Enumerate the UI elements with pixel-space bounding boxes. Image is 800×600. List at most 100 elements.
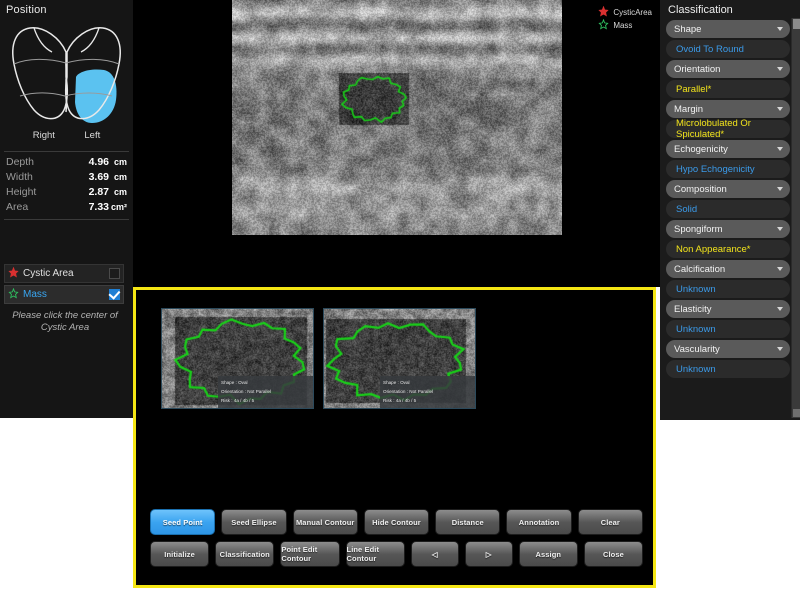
- chevron-down-icon: [777, 147, 783, 151]
- classification-select-margin[interactable]: Margin: [666, 100, 790, 118]
- divider: [4, 151, 129, 152]
- tool-button-point-edit-contour[interactable]: Point Edit Contour: [280, 541, 340, 567]
- classification-select-elasticity[interactable]: Elasticity: [666, 300, 790, 318]
- measurement-value: 4.96: [88, 155, 109, 168]
- position-title: Position: [6, 4, 47, 16]
- classification-value-calcification: Unknown: [666, 280, 790, 298]
- classification-value-shape: Ovoid To Round: [666, 40, 790, 58]
- overlay-line: Orientation : Not Parallel: [221, 389, 272, 395]
- classification-scrollbar[interactable]: [791, 18, 800, 418]
- classification-select-vascularity[interactable]: Vascularity: [666, 340, 790, 358]
- tool-button-assign[interactable]: Assign: [518, 541, 578, 567]
- classification-category-label: Orientation: [674, 63, 721, 75]
- layer-row[interactable]: Mass: [4, 285, 124, 304]
- classification-category-label: Spongiform: [674, 223, 723, 235]
- tool-button-seed-ellipse[interactable]: Seed Ellipse: [221, 509, 287, 535]
- green-star-icon: [598, 17, 609, 35]
- thumbnail-2-info-overlay: Shape : Oval Orientation : Not Parallel Ri…: [380, 376, 475, 408]
- ultrasound-canvas[interactable]: [232, 0, 562, 235]
- lobe-label-left: Left: [84, 130, 101, 141]
- classification-select-shape[interactable]: Shape: [666, 20, 790, 38]
- thumbnail-2[interactable]: Shape : Oval Orientation : Not Parallel Ri…: [323, 308, 476, 409]
- tool-button-initialize[interactable]: Initialize: [150, 541, 210, 567]
- classification-category-label: Composition: [674, 183, 727, 195]
- layer-name: Mass: [23, 289, 47, 300]
- measurement-label: Depth: [6, 155, 35, 168]
- classification-select-echogenicity[interactable]: Echogenicity: [666, 140, 790, 158]
- classification-list: Shape Ovoid To Round Orientation Parallel* M…: [666, 20, 790, 380]
- layer-row[interactable]: Cystic Area: [4, 264, 124, 283]
- chevron-down-icon: [777, 67, 783, 71]
- classification-value-margin: Microlobulated Or Spiculated*: [666, 118, 790, 140]
- measurement-row: Width 3.69 cm: [0, 169, 133, 184]
- chevron-down-icon: [777, 187, 783, 191]
- tool-button-manual-contour[interactable]: Manual Contour: [292, 509, 358, 535]
- chevron-down-icon: [777, 347, 783, 351]
- hint-message: Please click the center of Cystic Area: [12, 310, 118, 333]
- overlay-line: Orientation : Not Parallel: [383, 389, 434, 395]
- main-image-stage: CysticArea Mass: [133, 0, 660, 287]
- chevron-down-icon: [777, 267, 783, 271]
- measurement-value: 7.33: [88, 200, 109, 213]
- tool-button-annotation[interactable]: Annotation: [506, 509, 572, 535]
- tool-button-clear[interactable]: Clear: [577, 509, 643, 535]
- classification-select-orientation[interactable]: Orientation: [666, 60, 790, 78]
- classification-value-spongiform: Non Appearance*: [666, 240, 790, 258]
- thumbnail-1[interactable]: Shape : Oval Orientation : Not Parallel Ri…: [161, 308, 314, 409]
- overlay-line: Risk : 4a / 4b / 5: [383, 398, 417, 404]
- classification-category-label: Echogenicity: [674, 143, 728, 155]
- classification-value-elasticity: Unknown: [666, 320, 790, 338]
- classification-category-label: Margin: [674, 103, 704, 115]
- ultrasound-image[interactable]: [232, 0, 562, 235]
- scrollbar-thumb[interactable]: [793, 19, 800, 29]
- measurement-unit: cm: [113, 171, 127, 182]
- legend-label: Mass: [613, 21, 633, 30]
- layer-checkbox[interactable]: [109, 268, 120, 279]
- measurement-value: 3.69: [88, 170, 109, 183]
- classification-value-orientation: Parallel*: [666, 80, 790, 98]
- classification-select-calcification[interactable]: Calcification: [666, 260, 790, 278]
- left-panel: Position Right Left Depth 4.96 cm Width 3.69…: [0, 0, 133, 418]
- measurement-label: Height: [6, 185, 37, 198]
- image-legend: CysticArea Mass: [598, 5, 652, 35]
- legend-label: CysticArea: [613, 8, 652, 17]
- classification-panel: Classification Shape Ovoid To Round Orient…: [660, 0, 800, 420]
- classification-category-label: Calcification: [674, 263, 726, 275]
- thyroid-position-diagram[interactable]: Right Left: [0, 20, 133, 148]
- tool-button-distance[interactable]: Distance: [435, 509, 501, 535]
- measurement-row: Height 2.87 cm: [0, 184, 133, 199]
- scrollbar-bottom-button[interactable]: [793, 409, 800, 417]
- classification-value-composition: Solid: [666, 200, 790, 218]
- thyroid-shape-svg: [12, 27, 121, 123]
- classification-category-label: Shape: [674, 23, 702, 35]
- tool-button-hide-contour[interactable]: Hide Contour: [363, 509, 430, 535]
- measurement-label: Area: [6, 200, 29, 213]
- classification-category-label: Vascularity: [674, 343, 720, 355]
- layer-list: Cystic Area Mass: [4, 264, 124, 306]
- tool-button-seed-point[interactable]: Seed Point: [150, 509, 216, 535]
- tool-button-line-edit-contour[interactable]: Line Edit Contour: [345, 541, 405, 567]
- tool-button-row-2: Initialize Classification Point Edit Conto…: [150, 541, 644, 567]
- tool-button-grid: Seed Point Seed Ellipse Manual Contour Hide…: [150, 509, 644, 573]
- layer-name: Cystic Area: [23, 268, 74, 279]
- divider: [4, 219, 129, 220]
- red-star-icon: [8, 265, 19, 283]
- overlay-line: Shape : Oval: [221, 380, 248, 385]
- layer-checkbox[interactable]: [109, 289, 120, 300]
- classification-value-vascularity: Unknown: [666, 360, 790, 378]
- chevron-down-icon: [777, 107, 783, 111]
- thumbnail-1-info-overlay: Shape : Oval Orientation : Not Parallel Ri…: [218, 376, 313, 408]
- measurement-unit: cm: [113, 156, 127, 167]
- measurement-row: Depth 4.96 cm: [0, 154, 133, 169]
- tool-button-close[interactable]: Close: [583, 541, 644, 567]
- classification-value-echogenicity: Hypo Echogenicity: [666, 160, 790, 178]
- prev-arrow-icon[interactable]: ◁: [410, 541, 459, 567]
- classification-category-label: Elasticity: [674, 303, 712, 315]
- lobe-label-right: Right: [32, 130, 55, 141]
- classification-select-composition[interactable]: Composition: [666, 180, 790, 198]
- tool-button-classification[interactable]: Classification: [215, 541, 275, 567]
- classification-select-spongiform[interactable]: Spongiform: [666, 220, 790, 238]
- chevron-down-icon: [777, 227, 783, 231]
- next-arrow-icon[interactable]: ▷: [464, 541, 513, 567]
- classification-title: Classification: [668, 4, 733, 16]
